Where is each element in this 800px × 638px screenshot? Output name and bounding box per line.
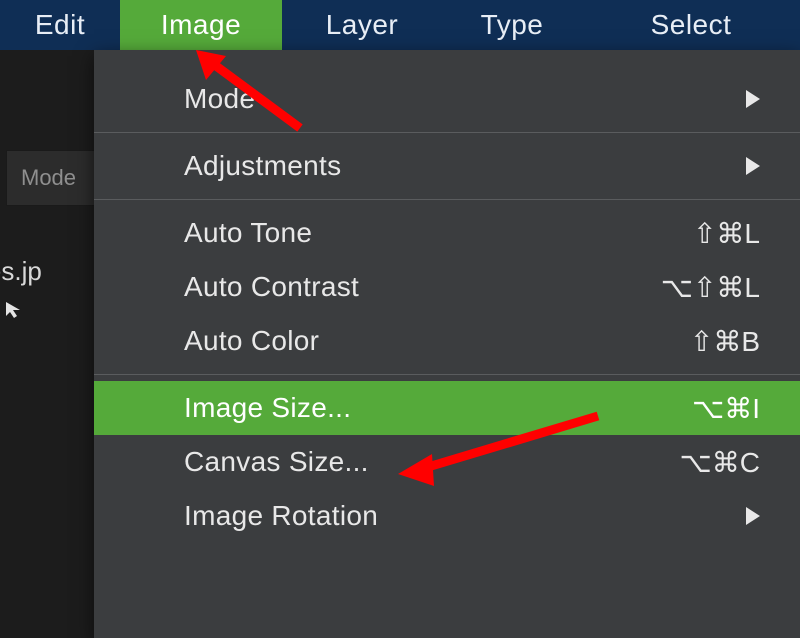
- menuitem-image-rotation[interactable]: Image Rotation: [94, 489, 800, 543]
- menuitem-mode[interactable]: Mode: [94, 72, 800, 126]
- menuitem-canvas-size[interactable]: Canvas Size... ⌥⌘C: [94, 435, 800, 489]
- menuitem-label: Auto Tone: [184, 217, 693, 249]
- menuitem-label: Auto Color: [184, 325, 690, 357]
- menuitem-shortcut: ⇧⌘B: [690, 325, 760, 358]
- menuitem-shortcut: ⇧⌘L: [693, 217, 760, 250]
- submenu-arrow-icon: [746, 90, 760, 108]
- menuitem-label: Adjustments: [184, 150, 746, 182]
- menu-edit[interactable]: Edit: [0, 0, 120, 50]
- menu-select[interactable]: Select: [582, 0, 800, 50]
- menuitem-adjustments[interactable]: Adjustments: [94, 139, 800, 193]
- menuitem-image-size[interactable]: Image Size... ⌥⌘I: [94, 381, 800, 435]
- menuitem-label: Image Rotation: [184, 500, 746, 532]
- menuitem-shortcut: ⌥⌘I: [692, 392, 760, 425]
- menu-image[interactable]: Image: [120, 0, 282, 50]
- document-tab[interactable]: unes.jp: [0, 248, 94, 294]
- submenu-arrow-icon: [746, 507, 760, 525]
- app-window: Edit Image Layer Type Select Mode unes.j…: [0, 0, 800, 638]
- tools-panel: [0, 50, 94, 638]
- menuitem-label: Image Size...: [184, 392, 692, 424]
- menubar: Edit Image Layer Type Select: [0, 0, 800, 50]
- menuitem-auto-color[interactable]: Auto Color ⇧⌘B: [94, 314, 800, 368]
- menuitem-shortcut: ⌥⌘C: [680, 446, 761, 479]
- menuitem-shortcut: ⌥⇧⌘L: [661, 271, 760, 304]
- menuitem-auto-tone[interactable]: Auto Tone ⇧⌘L: [94, 206, 800, 260]
- options-panel-mode[interactable]: Mode: [6, 150, 94, 206]
- menuitem-label: Canvas Size...: [184, 446, 680, 478]
- menu-separator: [94, 199, 800, 200]
- menu-type[interactable]: Type: [442, 0, 582, 50]
- tool-icon: [4, 300, 24, 320]
- menu-image-dropdown: Mode Adjustments Auto Tone ⇧⌘L Auto Cont…: [94, 50, 800, 638]
- menu-layer[interactable]: Layer: [282, 0, 442, 50]
- menuitem-label: Auto Contrast: [184, 271, 661, 303]
- menuitem-label: Mode: [184, 83, 746, 115]
- menuitem-auto-contrast[interactable]: Auto Contrast ⌥⇧⌘L: [94, 260, 800, 314]
- menu-separator: [94, 374, 800, 375]
- submenu-arrow-icon: [746, 157, 760, 175]
- menu-separator: [94, 132, 800, 133]
